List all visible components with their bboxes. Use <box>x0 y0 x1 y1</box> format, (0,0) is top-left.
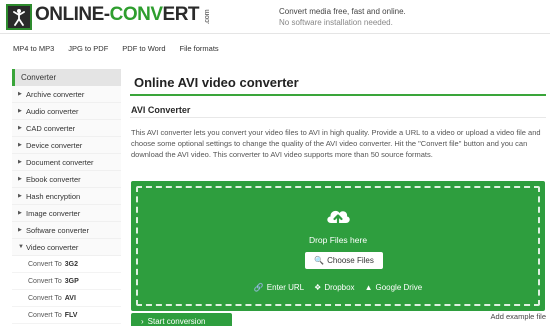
site-header: ONLINE-CONVERT .com Convert media free, f… <box>0 0 550 34</box>
start-conversion-button[interactable]: › Start conversion <box>131 313 232 326</box>
sidebar-item-document[interactable]: ▶ Document converter <box>12 154 121 171</box>
sidebar-item-label: Document converter <box>26 157 94 167</box>
google-drive-link[interactable]: ▲ Google Drive <box>365 283 423 292</box>
caret-down-icon: ▼ <box>18 244 24 250</box>
sidebar-item-label: Ebook converter <box>26 174 81 184</box>
start-conversion-label: Start conversion <box>147 316 206 326</box>
sidebar-item-label: CAD converter <box>26 123 76 133</box>
sidebar-item-label: Software converter <box>26 225 89 235</box>
sidebar-item-label: Archive converter <box>26 89 85 99</box>
subitem-prefix: Convert To <box>28 277 62 285</box>
caret-right-icon: ▶ <box>18 108 22 114</box>
subitem-prefix: Convert To <box>28 311 62 319</box>
converter-sidebar: Converter ▶ Archive converter ▶ Audio conv… <box>12 69 121 324</box>
sidebar-item-video[interactable]: ▼ Video converter <box>12 239 121 256</box>
add-example-file-link[interactable]: Add example file <box>491 312 546 321</box>
subitem-format: 3G2 <box>64 260 78 268</box>
sidebar-item-software[interactable]: ▶ Software converter <box>12 222 121 239</box>
sidebar-heading: Converter <box>12 69 121 86</box>
converter-description: This AVI converter lets you convert your… <box>131 128 541 159</box>
sidebar-item-archive[interactable]: ▶ Archive converter <box>12 86 121 103</box>
sidebar-subitem-flv[interactable]: Convert To FLV <box>12 307 121 324</box>
caret-right-icon: ▶ <box>18 193 22 199</box>
caret-right-icon: ▶ <box>18 210 22 216</box>
dropbox-icon: ❖ <box>314 283 322 292</box>
site-logo[interactable]: ONLINE-CONVERT .com <box>6 4 215 30</box>
sidebar-subitem-3gp[interactable]: Convert To 3GP <box>12 273 121 290</box>
nav-link-jpg-to-pdf[interactable]: JPG to PDF <box>68 44 108 53</box>
sidebar-item-label: Video converter <box>26 242 79 252</box>
link-icon: 🔗 <box>253 283 264 292</box>
caret-right-icon: ▶ <box>18 125 22 131</box>
subitem-prefix: Convert To <box>28 294 62 302</box>
enter-url-link[interactable]: 🔗 Enter URL <box>254 283 304 292</box>
subitem-prefix: Convert To <box>28 260 62 268</box>
subitem-format: FLV <box>64 311 78 319</box>
caret-right-icon: ▶ <box>18 227 22 233</box>
nav-link-pdf-to-word[interactable]: PDF to Word <box>122 44 165 53</box>
file-drop-zone[interactable]: Drop Files here 🔍 Choose Files 🔗 Enter UR… <box>131 181 545 311</box>
sidebar-item-cad[interactable]: ▶ CAD converter <box>12 120 121 137</box>
chevron-right-icon: › <box>141 316 144 326</box>
drop-files-label: Drop Files here <box>308 235 368 245</box>
sidebar-item-image[interactable]: ▶ Image converter <box>12 205 121 222</box>
source-label: Dropbox <box>324 283 355 292</box>
sidebar-subitem-avi[interactable]: Convert To AVI <box>12 290 121 307</box>
sidebar-item-hash[interactable]: ▶ Hash encryption <box>12 188 121 205</box>
source-label: Enter URL <box>266 283 305 292</box>
drop-zone-border: Drop Files here 🔍 Choose Files 🔗 Enter UR… <box>136 186 540 306</box>
sidebar-item-ebook[interactable]: ▶ Ebook converter <box>12 171 121 188</box>
sidebar-item-label: Audio converter <box>26 106 79 116</box>
dropbox-link[interactable]: ❖ Dropbox <box>314 283 354 292</box>
top-navigation: MP4 to MP3 JPG to PDF PDF to Word File f… <box>0 38 550 58</box>
source-label: Google Drive <box>375 283 423 292</box>
tagline-secondary: No software installation needed. <box>279 18 393 27</box>
search-icon: 🔍 <box>314 256 325 265</box>
choose-files-button[interactable]: 🔍 Choose Files <box>305 252 383 269</box>
section-title: AVI Converter <box>130 103 546 118</box>
nav-link-file-formats[interactable]: File formats <box>180 44 219 53</box>
caret-right-icon: ▶ <box>18 176 22 182</box>
subitem-format: 3GP <box>64 277 79 285</box>
caret-right-icon: ▶ <box>18 142 22 148</box>
choose-files-label: Choose Files <box>327 256 374 265</box>
subitem-format: AVI <box>64 294 76 302</box>
caret-right-icon: ▶ <box>18 91 22 97</box>
sidebar-item-audio[interactable]: ▶ Audio converter <box>12 103 121 120</box>
sidebar-item-device[interactable]: ▶ Device converter <box>12 137 121 154</box>
tagline-primary: Convert media free, fast and online. <box>279 7 406 16</box>
sidebar-item-label: Device converter <box>26 140 83 150</box>
sidebar-item-label: Image converter <box>26 208 81 218</box>
page-title: Online AVI video converter <box>130 69 546 96</box>
logo-figure-icon <box>6 4 32 30</box>
cloud-upload-icon <box>327 210 350 227</box>
upload-sources: 🔗 Enter URL ❖ Dropbox ▲ Google Drive <box>138 283 538 292</box>
main-content: Online AVI video converter AVI Converter… <box>130 69 546 326</box>
google-drive-icon: ▲ <box>364 283 373 292</box>
caret-right-icon: ▶ <box>18 159 22 165</box>
sidebar-item-label: Hash encryption <box>26 191 81 201</box>
nav-link-mp4-to-mp3[interactable]: MP4 to MP3 <box>13 44 54 53</box>
sidebar-subitem-3g2[interactable]: Convert To 3G2 <box>12 256 121 273</box>
logo-text: ONLINE-CONVERT .com <box>35 4 212 25</box>
tagline: Convert media free, fast and online. No … <box>279 6 406 28</box>
